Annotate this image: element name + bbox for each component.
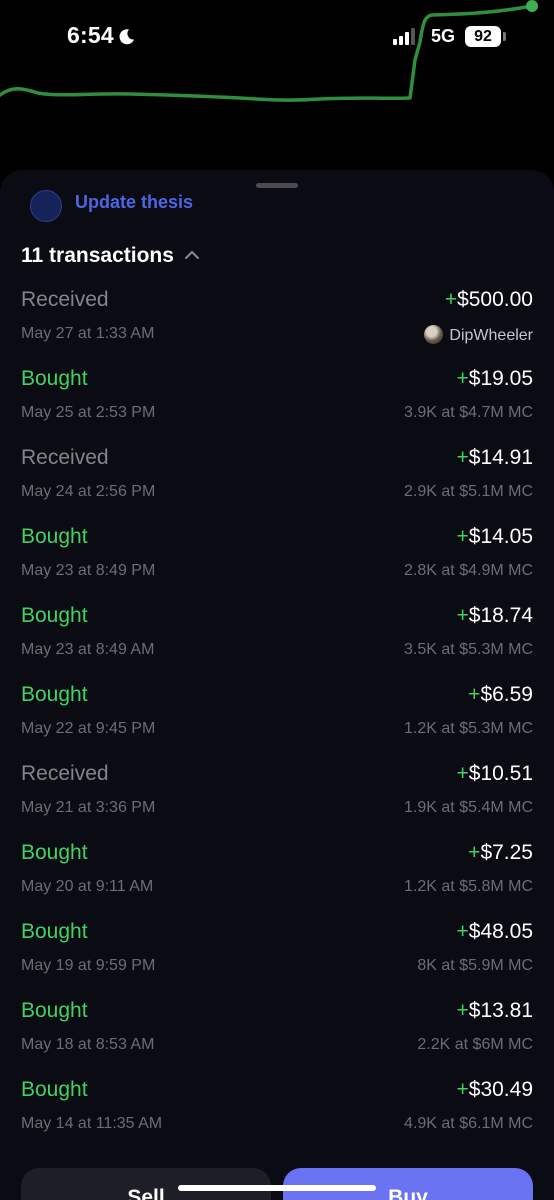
- transaction-sign: +: [456, 604, 469, 627]
- transaction-row[interactable]: Bought +$48.05 May 19 at 9:59 PM 8K at $5.9…: [0, 920, 554, 999]
- thesis-icon: [30, 190, 62, 222]
- transaction-amount: +$500.00: [445, 288, 533, 312]
- transaction-amount-value: $10.51: [468, 762, 533, 785]
- transaction-amount-value: $500.00: [457, 288, 533, 311]
- transaction-amount-value: $14.05: [468, 525, 533, 548]
- transaction-sign: +: [456, 762, 469, 785]
- transaction-type: Bought: [21, 683, 88, 706]
- transaction-row[interactable]: Bought +$14.05 May 23 at 8:49 PM 2.8K at $4…: [0, 525, 554, 604]
- transaction-amount-value: $19.05: [468, 367, 533, 390]
- transaction-amount-value: $30.49: [468, 1078, 533, 1101]
- sheet-grabber[interactable]: [256, 183, 298, 188]
- transaction-amount-value: $6.59: [480, 683, 533, 706]
- transaction-amount-value: $7.25: [480, 841, 533, 864]
- signal-icon: [393, 28, 415, 45]
- transaction-detail: 4.9K at $6.1M MC: [404, 1115, 533, 1132]
- transaction-amount-value: $14.91: [468, 446, 533, 469]
- transaction-detail: 1.2K at $5.8M MC: [404, 878, 533, 895]
- transaction-date: May 23 at 8:49 AM: [21, 641, 155, 658]
- transaction-type: Bought: [21, 525, 88, 548]
- transaction-sign: +: [456, 1078, 469, 1101]
- transaction-type: Bought: [21, 604, 88, 627]
- transaction-sign: +: [456, 920, 469, 943]
- transaction-sign: +: [456, 367, 469, 390]
- transaction-list: Received +$500.00 May 27 at 1:33 AM DipWhee…: [0, 288, 554, 1157]
- battery-icon: 92: [465, 26, 501, 47]
- transaction-sign: +: [444, 288, 458, 311]
- transaction-date: May 19 at 9:59 PM: [21, 957, 156, 974]
- transaction-detail: 3.5K at $5.3M MC: [404, 641, 533, 658]
- transaction-row[interactable]: Bought +$18.74 May 23 at 8:49 AM 3.5K at $5…: [0, 604, 554, 683]
- transaction-date: May 21 at 3:36 PM: [21, 799, 156, 816]
- transaction-type: Bought: [21, 1078, 88, 1101]
- transaction-amount: +$14.91: [457, 446, 534, 470]
- transaction-type: Bought: [21, 841, 88, 864]
- transaction-row[interactable]: Bought +$19.05 May 25 at 2:53 PM 3.9K at $4…: [0, 367, 554, 446]
- transaction-type: Bought: [21, 367, 88, 390]
- transaction-date: May 20 at 9:11 AM: [21, 878, 154, 895]
- update-thesis-link[interactable]: Update thesis: [75, 192, 193, 213]
- sender-avatar: [424, 325, 444, 344]
- network-label: 5G: [431, 26, 456, 46]
- transaction-date: May 22 at 9:45 PM: [21, 720, 156, 737]
- transaction-row[interactable]: Received +$14.91 May 24 at 2:56 PM 2.9K at …: [0, 446, 554, 525]
- moon-icon: [119, 29, 134, 45]
- transaction-type: Received: [21, 762, 109, 785]
- transaction-amount: +$30.49: [457, 1078, 534, 1102]
- transaction-amount: +$19.05: [457, 367, 534, 391]
- sell-button[interactable]: Sell: [21, 1168, 271, 1200]
- transactions-sheet: Update thesis 11 transactions Received +$…: [0, 170, 554, 1200]
- transaction-amount: +$13.81: [457, 999, 534, 1023]
- transaction-type: Bought: [21, 999, 88, 1022]
- transaction-row[interactable]: Bought +$7.25 May 20 at 9:11 AM 1.2K at $5.…: [0, 841, 554, 920]
- transaction-row[interactable]: Bought +$6.59 May 22 at 9:45 PM 1.2K at $5.…: [0, 683, 554, 762]
- transaction-sign: +: [468, 841, 481, 864]
- chevron-up-icon: [184, 251, 199, 259]
- transaction-detail: 2.9K at $5.1M MC: [404, 483, 533, 500]
- transaction-date: May 18 at 8:53 AM: [21, 1036, 155, 1053]
- transaction-amount: +$7.25: [468, 841, 533, 865]
- transaction-sign: +: [468, 683, 481, 706]
- transaction-detail: 1.2K at $5.3M MC: [404, 720, 533, 737]
- battery-tip: [503, 32, 506, 41]
- status-time-text: 6:54: [67, 22, 114, 48]
- transaction-amount: +$48.05: [457, 920, 534, 944]
- transaction-sign: +: [456, 446, 469, 469]
- status-time: 6:54: [67, 22, 135, 49]
- transaction-date: May 27 at 1:33 AM: [21, 325, 155, 342]
- transaction-type: Received: [21, 288, 109, 311]
- transaction-detail: 1.9K at $5.4M MC: [404, 799, 533, 816]
- transaction-amount-value: $48.05: [468, 920, 533, 943]
- home-indicator: [178, 1185, 376, 1191]
- transaction-amount-value: $13.81: [468, 999, 533, 1022]
- transaction-row[interactable]: Received +$500.00 May 27 at 1:33 AM DipWhee…: [0, 288, 554, 367]
- transaction-detail: 2.2K at $6M MC: [417, 1036, 533, 1053]
- transaction-row[interactable]: Received +$10.51 May 21 at 3:36 PM 1.9K at …: [0, 762, 554, 841]
- transaction-amount: +$14.05: [457, 525, 534, 549]
- transaction-sender[interactable]: DipWheeler: [424, 325, 533, 345]
- sender-name: DipWheeler: [449, 327, 533, 344]
- transaction-date: May 23 at 8:49 PM: [21, 562, 156, 579]
- transaction-type: Received: [21, 446, 109, 469]
- transaction-date: May 24 at 2:56 PM: [21, 483, 156, 500]
- transaction-type: Bought: [21, 920, 88, 943]
- transaction-amount: +$6.59: [468, 683, 533, 707]
- transaction-date: May 25 at 2:53 PM: [21, 404, 156, 421]
- status-bar: 6:54 5G 92: [0, 0, 554, 70]
- transaction-amount-value: $18.74: [468, 604, 533, 627]
- transactions-header[interactable]: 11 transactions: [21, 244, 200, 268]
- transaction-detail: 2.8K at $4.9M MC: [404, 562, 533, 579]
- transaction-amount: +$18.74: [457, 604, 534, 628]
- transaction-amount: +$10.51: [457, 762, 534, 786]
- transactions-count: 11 transactions: [21, 244, 174, 267]
- buy-button[interactable]: Buy: [283, 1168, 533, 1200]
- transaction-detail: 8K at $5.9M MC: [417, 957, 533, 974]
- transaction-detail: 3.9K at $4.7M MC: [404, 404, 533, 421]
- transaction-sign: +: [456, 999, 469, 1022]
- transaction-date: May 14 at 11:35 AM: [21, 1115, 163, 1132]
- transaction-sign: +: [456, 525, 469, 548]
- battery-level: 92: [474, 28, 492, 45]
- transaction-row[interactable]: Bought +$13.81 May 18 at 8:53 AM 2.2K at $6…: [0, 999, 554, 1078]
- transaction-row[interactable]: Bought +$30.49 May 14 at 11:35 AM 4.9K at $…: [0, 1078, 554, 1157]
